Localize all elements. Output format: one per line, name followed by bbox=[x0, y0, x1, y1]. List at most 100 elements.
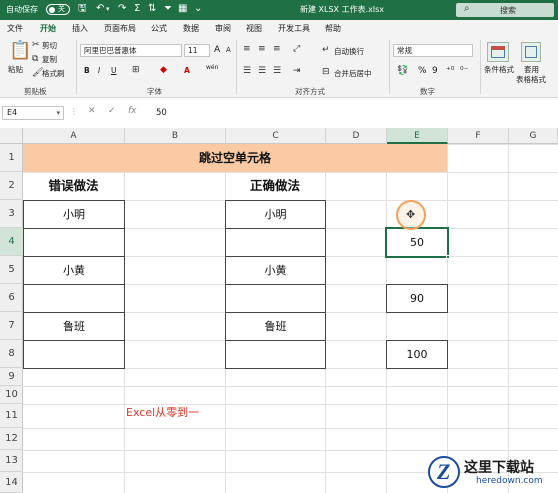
comma-button[interactable]: 9 bbox=[432, 66, 438, 76]
italic-button[interactable]: I bbox=[98, 66, 100, 75]
paste-icon[interactable]: 📋 bbox=[9, 42, 31, 60]
bold-button[interactable]: B bbox=[84, 66, 90, 75]
tab-data[interactable]: 数据 bbox=[183, 23, 199, 34]
format-as-table-icon[interactable] bbox=[521, 42, 541, 62]
cell-e8[interactable]: 100 bbox=[386, 340, 448, 369]
cell-c5[interactable]: 小黄 bbox=[225, 256, 326, 285]
tab-formulas[interactable]: 公式 bbox=[151, 23, 167, 34]
row-header-13[interactable]: 13 bbox=[0, 450, 23, 472]
tab-home[interactable]: 开始 bbox=[40, 23, 56, 38]
row-header-3[interactable]: 3 bbox=[0, 200, 23, 228]
tab-file[interactable]: 文件 bbox=[7, 23, 23, 34]
cell-c4[interactable] bbox=[225, 228, 326, 257]
row-header-6[interactable]: 6 bbox=[0, 284, 23, 312]
cell-c7[interactable]: 鲁班 bbox=[225, 312, 326, 341]
column-header-b[interactable]: B bbox=[125, 128, 226, 144]
cell-a5[interactable]: 小黄 bbox=[23, 256, 125, 285]
format-as-table-label-2[interactable]: 表格格式 bbox=[516, 74, 546, 85]
phonetic-button[interactable]: wén bbox=[206, 64, 218, 71]
currency-icon[interactable]: 💱 bbox=[397, 66, 408, 76]
align-middle-icon[interactable]: ≡ bbox=[258, 44, 266, 54]
sheet-title-cell[interactable]: 跳过空单元格 bbox=[23, 144, 447, 172]
grow-font-button[interactable]: A bbox=[214, 45, 220, 55]
cell-c8[interactable] bbox=[225, 340, 326, 369]
merge-center-button[interactable]: 合并后居中 bbox=[334, 68, 372, 79]
format-painter-button[interactable]: 格式刷 bbox=[42, 68, 65, 79]
save-icon[interactable]: 🖫 bbox=[78, 3, 87, 15]
cell-a4[interactable] bbox=[23, 228, 125, 257]
wrap-text-button[interactable]: 自动换行 bbox=[334, 46, 364, 57]
row-header-1[interactable]: 1 bbox=[0, 144, 23, 172]
cut-icon[interactable]: ✂ bbox=[32, 40, 40, 50]
wrap-text-icon[interactable]: ↵ bbox=[322, 45, 330, 55]
column-header-f[interactable]: F bbox=[448, 128, 509, 144]
sum-icon[interactable]: Σ bbox=[134, 3, 140, 15]
row-header-5[interactable]: 5 bbox=[0, 256, 23, 284]
tab-help[interactable]: 帮助 bbox=[325, 23, 341, 34]
cut-button[interactable]: 剪切 bbox=[42, 40, 57, 51]
tab-developer[interactable]: 开发工具 bbox=[278, 23, 310, 34]
row-header-10[interactable]: 10 bbox=[0, 386, 23, 404]
sort-icon[interactable]: ⇅ bbox=[148, 3, 156, 15]
merge-center-icon[interactable]: ⊟ bbox=[322, 67, 330, 77]
copy-button[interactable]: 复制 bbox=[42, 54, 57, 65]
font-name-select[interactable]: 阿里巴巴普惠体 bbox=[80, 44, 182, 57]
copy-icon[interactable]: ⧉ bbox=[32, 54, 38, 64]
number-format-select[interactable]: 常规 bbox=[393, 44, 473, 57]
insert-function-icon[interactable]: fx bbox=[128, 106, 137, 116]
row-header-12[interactable]: 12 bbox=[0, 428, 23, 450]
right-heading-cell[interactable]: 正确做法 bbox=[225, 172, 325, 200]
row-header-14[interactable]: 14 bbox=[0, 472, 23, 493]
name-box[interactable]: E4 ▾ bbox=[2, 106, 64, 120]
row-header-4[interactable]: 4 bbox=[0, 228, 23, 256]
column-header-g[interactable]: G bbox=[509, 128, 558, 144]
fill-icon[interactable]: ▦ bbox=[178, 3, 187, 15]
worksheet-grid[interactable]: 跳过空单元格 错误做法 正确做法 小明 小黄 鲁班 小明 小黄 鲁班 50 90… bbox=[23, 144, 558, 493]
customize-toolbar-icon[interactable]: ⌄ bbox=[194, 3, 202, 15]
font-color-button[interactable]: A bbox=[184, 66, 190, 75]
column-header-d[interactable]: D bbox=[326, 128, 387, 144]
row-header-11[interactable]: 11 bbox=[0, 404, 23, 428]
autosave-toggle[interactable]: 关 bbox=[46, 4, 70, 15]
row-header-8[interactable]: 8 bbox=[0, 340, 23, 368]
conditional-format-button[interactable]: 条件格式 bbox=[484, 64, 514, 75]
underline-button[interactable]: U bbox=[111, 66, 117, 75]
row-header-7[interactable]: 7 bbox=[0, 312, 23, 340]
row-header-9[interactable]: 9 bbox=[0, 368, 23, 386]
active-cell-selection[interactable] bbox=[385, 227, 450, 259]
cancel-icon[interactable]: ✕ bbox=[88, 106, 96, 116]
redo-icon[interactable]: ↷ bbox=[118, 3, 126, 15]
increase-decimal-icon[interactable]: ⁺⁰ bbox=[446, 66, 454, 76]
tab-page-layout[interactable]: 页面布局 bbox=[104, 23, 136, 34]
left-heading-cell[interactable]: 错误做法 bbox=[23, 172, 124, 200]
cell-a7[interactable]: 鲁班 bbox=[23, 312, 125, 341]
align-bottom-icon[interactable]: ≡ bbox=[273, 44, 281, 54]
undo-icon[interactable]: ↶ bbox=[96, 3, 104, 15]
orientation-icon[interactable]: ⤢ bbox=[293, 44, 300, 54]
column-header-a[interactable]: A bbox=[23, 128, 125, 144]
align-left-icon[interactable]: ☰ bbox=[243, 66, 251, 76]
note-text[interactable]: Excel从零到一 bbox=[126, 404, 199, 420]
border-icon[interactable]: ⊞ bbox=[132, 65, 140, 75]
search-box[interactable]: ⌕ 搜索 bbox=[456, 3, 554, 17]
formula-input[interactable]: 50 bbox=[156, 106, 556, 120]
cell-a3[interactable]: 小明 bbox=[23, 200, 125, 229]
confirm-icon[interactable]: ✓ bbox=[108, 106, 116, 116]
row-header-2[interactable]: 2 bbox=[0, 172, 23, 200]
indent-icon[interactable]: ⇥ bbox=[293, 66, 301, 76]
column-header-c[interactable]: C bbox=[226, 128, 326, 144]
cell-c3[interactable]: 小明 bbox=[225, 200, 326, 229]
font-size-select[interactable]: 11 bbox=[184, 44, 210, 57]
tab-insert[interactable]: 插入 bbox=[72, 23, 88, 34]
column-header-e[interactable]: E bbox=[387, 128, 448, 144]
fill-handle[interactable] bbox=[446, 255, 450, 259]
align-right-icon[interactable]: ☰ bbox=[273, 66, 281, 76]
align-top-icon[interactable]: ≡ bbox=[243, 44, 251, 54]
filter-icon[interactable]: ⏷ bbox=[164, 3, 172, 15]
undo-dropdown-icon[interactable]: ▾ bbox=[106, 3, 110, 15]
align-center-icon[interactable]: ☰ bbox=[258, 66, 266, 76]
conditional-format-icon[interactable] bbox=[487, 42, 509, 62]
paste-button[interactable]: 粘贴 bbox=[8, 64, 23, 75]
shrink-font-button[interactable]: A bbox=[226, 46, 231, 54]
cell-a8[interactable] bbox=[23, 340, 125, 369]
